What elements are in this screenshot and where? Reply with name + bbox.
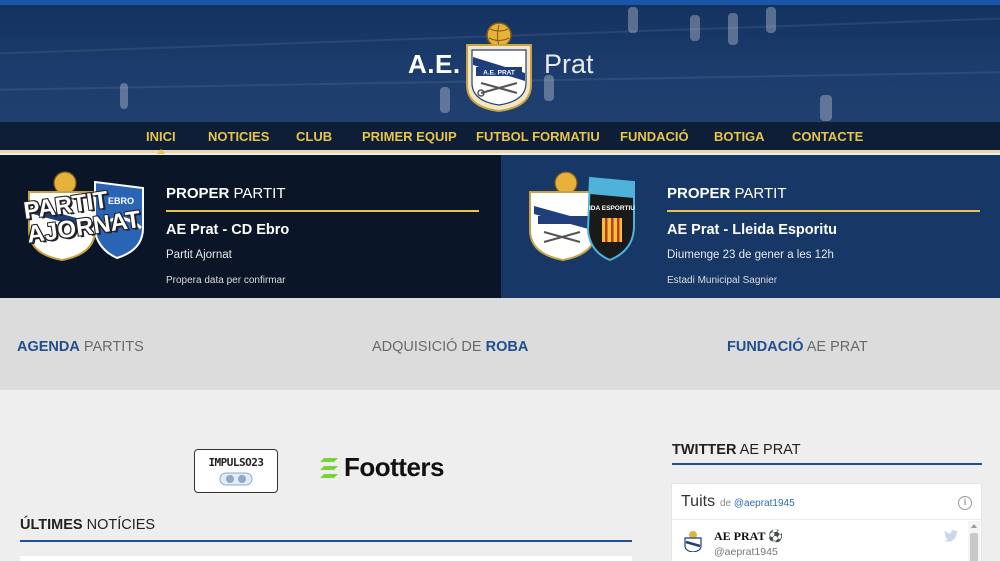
news-divider (20, 540, 632, 542)
nav-item-noticies[interactable]: NOTICIES (208, 129, 269, 144)
twitter-widget-header: Tuits de @aeprat1945 i (672, 484, 981, 520)
twitter-divider (672, 463, 982, 465)
football-icon: ⚽ (768, 529, 784, 543)
news-card[interactable] (20, 556, 632, 561)
team-badges-icon: IDA ESPORTIU (529, 171, 635, 262)
adquisicio-roba-link[interactable]: ADQUISICIÓ DE ROBA (372, 339, 528, 355)
twitter-bird-icon[interactable] (944, 530, 958, 542)
next-match-card-postponed[interactable]: EBRO PARTIT AJORNAT PROPER PARTIT AE Pra… (0, 155, 501, 298)
agenda-partits-link[interactable]: AGENDA PARTITS (17, 339, 144, 355)
twitter-widget-byline: de @aeprat1945 (720, 498, 795, 509)
latest-news-heading: ÚLTIMES NOTÍCIES (20, 517, 156, 533)
brand-text-left: A.E. (408, 49, 461, 79)
avatar[interactable] (682, 530, 704, 552)
match-heading: PROPER PARTIT (166, 185, 286, 202)
hero-banner: A.E. A.E. PRAT Prat (0, 5, 1000, 122)
quick-links-band: AGENDA PARTITS ADQUISICIÓ DE ROBA FUNDAC… (0, 298, 1000, 390)
next-match-card[interactable]: IDA ESPORTIU PROPER PARTIT AE Prat - Lle… (501, 155, 1000, 298)
match-title: AE Prat - CD Ebro (166, 222, 290, 238)
match-subtitle: Diumenge 23 de gener a les 12h (667, 249, 834, 261)
scroll-up-icon[interactable] (971, 524, 977, 528)
twitter-widget-title: Tuits (681, 493, 716, 510)
fundacio-link[interactable]: FUNDACIÓ AE PRAT (727, 339, 868, 355)
tweet-author-handle[interactable]: @aeprat1945 (714, 546, 778, 558)
away-badge-label: IDA ESPORTIU (589, 205, 635, 212)
twitter-heading: TWITTER AE PRAT (672, 442, 801, 458)
nav-item-primer-equip[interactable]: PRIMER EQUIP (362, 129, 457, 144)
brand-text-right: Prat (544, 49, 594, 79)
sponsor-badge-icon (219, 472, 253, 486)
nav-item-futbol-formatiu[interactable]: FUTBOL FORMATIU (476, 129, 600, 144)
nav-item-fundacio[interactable]: FUNDACIÓ (620, 129, 689, 144)
scrollbar-thumb[interactable] (970, 533, 978, 561)
footters-mark-icon (320, 458, 338, 478)
crest-label: A.E. PRAT (483, 70, 515, 77)
tweet-author-name[interactable]: AE PRAT ⚽ (714, 529, 783, 544)
info-icon[interactable]: i (958, 496, 972, 510)
match-note: Propera data per confirmar (166, 275, 286, 286)
sponsor-impulso-logo[interactable]: IMPULSO23 (194, 449, 278, 493)
twitter-handle-link[interactable]: @aeprat1945 (734, 498, 795, 509)
sponsor-footters-logo[interactable]: Footters (320, 452, 445, 483)
match-heading: PROPER PARTIT (667, 185, 787, 202)
nav-item-botiga[interactable]: BOTIGA (714, 129, 765, 144)
main-navigation: INICI NOTICIES CLUB PRIMER EQUIP FUTBOL … (0, 122, 1000, 154)
match-venue: Estadi Municipal Sagnier (667, 275, 778, 286)
heading-divider (667, 210, 980, 212)
club-crest-logo[interactable]: A.E. PRAT (463, 21, 535, 113)
nav-item-contacte[interactable]: CONTACTE (792, 129, 863, 144)
widget-scrollbar[interactable] (968, 521, 980, 561)
match-logos: EBRO PARTIT AJORNAT (22, 170, 150, 270)
match-subtitle: Partit Ajornat (166, 249, 232, 261)
match-title: AE Prat - Lleida Esporitu (667, 222, 837, 238)
heading-divider (166, 210, 479, 212)
twitter-widget[interactable]: Tuits de @aeprat1945 i AE PRAT ⚽ @aeprat… (671, 483, 982, 561)
nav-item-inici[interactable]: INICI (146, 129, 176, 154)
match-logos: IDA ESPORTIU (526, 170, 651, 270)
nav-item-club[interactable]: CLUB (296, 129, 332, 144)
